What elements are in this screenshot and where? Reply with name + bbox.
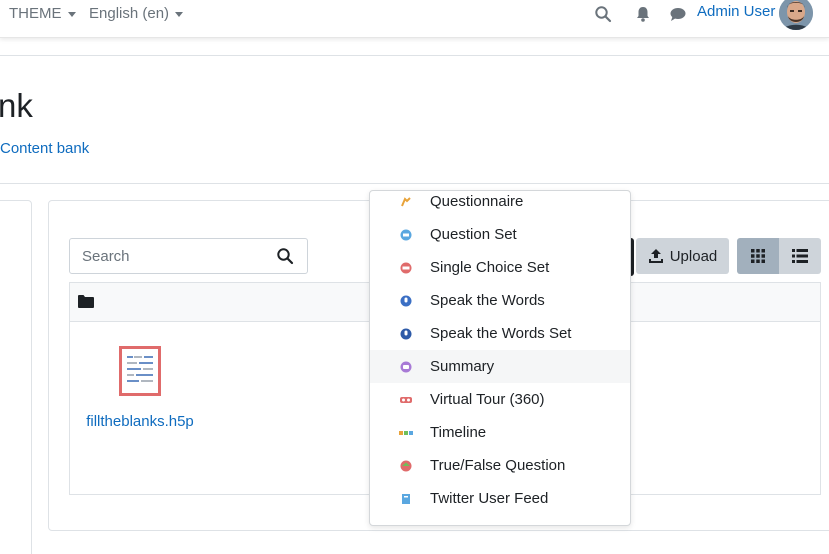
theme-dropdown[interactable]: THEME xyxy=(9,5,76,22)
menu-item-label: Question Set xyxy=(430,226,517,243)
menu-item-label: Questionnaire xyxy=(430,193,524,210)
menu-item-label: Single Choice Set xyxy=(430,259,550,276)
questionnaire-icon xyxy=(401,196,411,206)
search-icon[interactable] xyxy=(276,247,294,265)
search-input[interactable] xyxy=(70,239,270,273)
file-thumbnail-icon[interactable] xyxy=(119,346,161,396)
chevron-down-icon xyxy=(67,11,76,17)
content-type-dropdown: Questionnaire Question Set Single Choice… xyxy=(369,190,631,526)
page-title: nk xyxy=(0,87,33,124)
menu-item-questionnaire[interactable]: Questionnaire xyxy=(370,191,630,218)
left-drawer-card xyxy=(0,200,32,554)
menu-item-twitter-user-feed[interactable]: Twitter User Feed xyxy=(370,482,630,515)
search-icon[interactable] xyxy=(594,5,612,23)
user-avatar-image xyxy=(779,0,813,30)
menu-item-label: Timeline xyxy=(430,424,487,441)
chat-icon[interactable] xyxy=(669,5,687,23)
menu-item-question-set[interactable]: Question Set xyxy=(370,218,630,251)
upload-icon xyxy=(648,249,663,263)
bell-icon[interactable] xyxy=(634,5,652,23)
user-name-link[interactable]: Admin User xyxy=(697,3,775,20)
upload-button[interactable]: Upload xyxy=(636,238,729,274)
grid-icon xyxy=(751,249,765,263)
details-view-button[interactable] xyxy=(779,238,821,274)
menu-item-speak-the-words-set[interactable]: Speak the Words Set xyxy=(370,317,630,350)
top-navbar: THEME English (en) Admin User xyxy=(0,0,829,38)
speak-the-words-icon xyxy=(400,295,412,306)
folder-icon[interactable] xyxy=(78,295,94,308)
menu-item-label: Twitter User Feed xyxy=(430,490,549,507)
menu-item-label: Virtual Tour (360) xyxy=(430,391,545,408)
chevron-down-icon xyxy=(175,11,184,17)
timeline-icon xyxy=(399,430,413,435)
question-set-icon xyxy=(400,229,412,240)
icons-view-button[interactable] xyxy=(737,238,779,274)
menu-item-label: True/False Question xyxy=(430,457,566,474)
true-false-question-icon xyxy=(400,460,412,471)
upload-label: Upload xyxy=(669,247,718,265)
list-icon xyxy=(792,249,808,263)
menu-item-label: Summary xyxy=(430,358,495,375)
menu-item-label: Speak the Words xyxy=(430,292,545,309)
breadcrumb-content-bank[interactable]: Content bank xyxy=(0,140,89,157)
menu-item-speak-the-words[interactable]: Speak the Words xyxy=(370,284,630,317)
search-field xyxy=(69,238,308,274)
speak-the-words-set-icon xyxy=(400,328,412,339)
page-header: nk Content bank xyxy=(0,55,829,184)
language-label: English (en) xyxy=(89,5,170,22)
menu-item-label: Speak the Words Set xyxy=(430,325,572,342)
summary-icon xyxy=(400,361,412,372)
twitter-user-feed-icon xyxy=(402,493,410,504)
theme-label: THEME xyxy=(9,5,62,22)
virtual-tour-icon xyxy=(400,396,412,403)
avatar[interactable] xyxy=(779,0,813,30)
menu-item-true-false-question[interactable]: True/False Question xyxy=(370,449,630,482)
view-toggle-group xyxy=(737,238,821,274)
menu-item-timeline[interactable]: Timeline xyxy=(370,416,630,449)
menu-item-virtual-tour[interactable]: Virtual Tour (360) xyxy=(370,383,630,416)
language-dropdown[interactable]: English (en) xyxy=(89,5,184,22)
menu-item-single-choice-set[interactable]: Single Choice Set xyxy=(370,251,630,284)
single-choice-set-icon xyxy=(400,262,412,273)
menu-item-summary[interactable]: Summary xyxy=(370,350,630,383)
file-name-link[interactable]: filltheblanks.h5p xyxy=(80,411,200,432)
